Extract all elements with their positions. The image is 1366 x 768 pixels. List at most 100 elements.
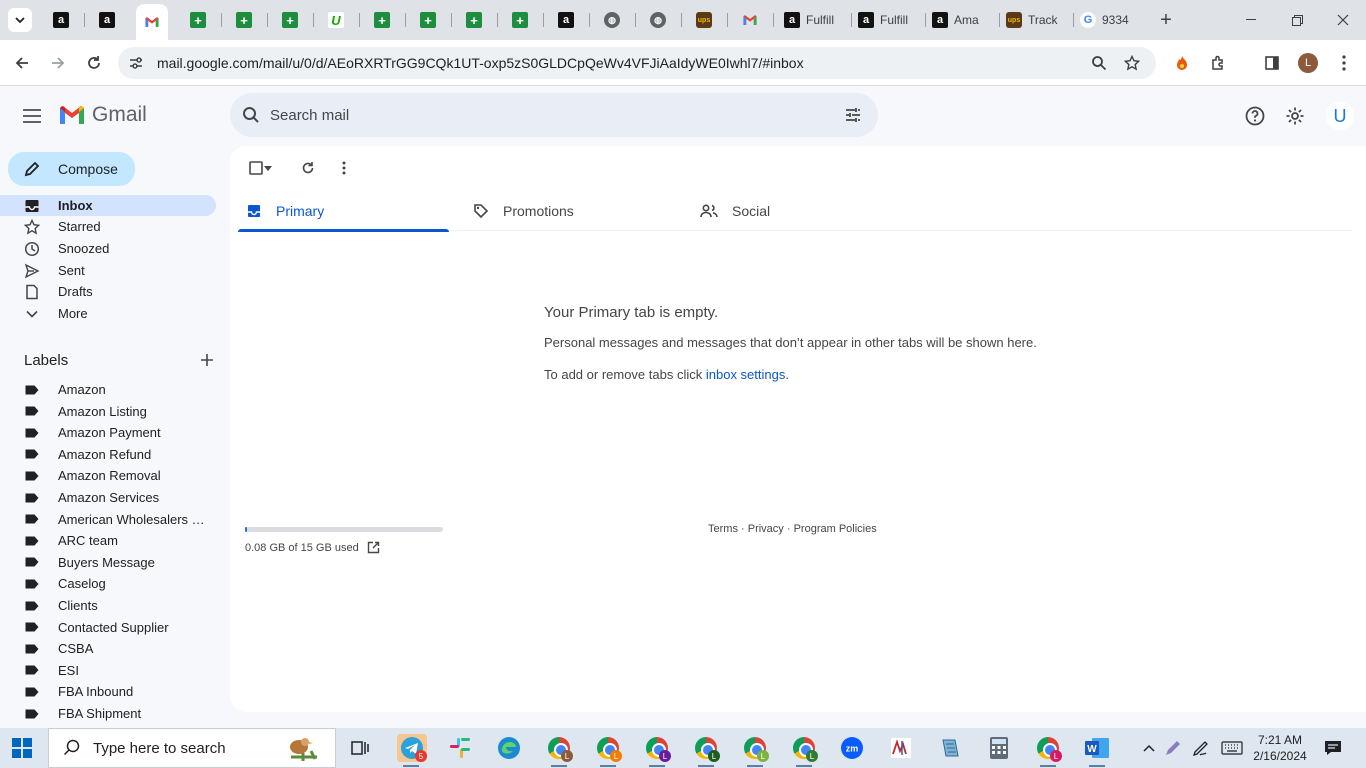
sidebar-item-drafts[interactable]: Drafts xyxy=(0,281,216,302)
minimize-button[interactable] xyxy=(1240,9,1262,31)
forward-button[interactable] xyxy=(46,51,70,75)
browser-tab[interactable]: ◍ xyxy=(597,8,627,32)
back-button[interactable] xyxy=(10,51,34,75)
label-item[interactable]: Buyers Message xyxy=(0,552,216,573)
more-actions-button[interactable] xyxy=(332,156,356,180)
slack-app[interactable] xyxy=(446,734,474,762)
system-clock[interactable]: 7:21 AM 2/16/2024 xyxy=(1244,732,1316,764)
browser-tab[interactable]: + xyxy=(413,8,443,32)
chrome-app-6[interactable]: L xyxy=(790,734,818,767)
sidebar-item-sent[interactable]: Sent xyxy=(0,260,216,281)
new-tab-button[interactable]: + xyxy=(1155,9,1177,31)
browser-tab[interactable]: a Fulfill xyxy=(777,8,843,32)
search-options-icon[interactable] xyxy=(844,106,862,124)
browser-tab[interactable]: G 9334 xyxy=(1073,8,1139,32)
edge-app[interactable] xyxy=(495,734,523,762)
search-bar[interactable] xyxy=(230,93,878,137)
address-bar[interactable]: mail.google.com/mail/u/0/d/AEoRXRTrGG9CQ… xyxy=(118,47,1156,79)
sidebar-item-inbox[interactable]: Inbox xyxy=(0,195,216,216)
restore-button[interactable] xyxy=(1286,9,1308,31)
tab-search-button[interactable] xyxy=(8,8,32,32)
browser-tab[interactable]: a xyxy=(92,8,122,32)
label-item[interactable]: ESI xyxy=(0,660,216,681)
label-item[interactable]: Contacted Supplier xyxy=(0,617,216,638)
word-app[interactable]: W xyxy=(1083,734,1111,767)
bookmark-star-icon[interactable] xyxy=(1124,55,1140,71)
browser-tab[interactable]: + xyxy=(183,8,213,32)
add-label-icon[interactable] xyxy=(200,353,214,367)
tab-social[interactable]: Social xyxy=(692,190,903,231)
zoom-app[interactable]: zm xyxy=(838,734,866,762)
telegram-app[interactable]: 5 xyxy=(397,734,427,767)
program-policies-link[interactable]: Program Policies xyxy=(794,523,877,535)
sidebar-item-starred[interactable]: Starred xyxy=(0,216,216,237)
label-item[interactable]: FBA Inbound xyxy=(0,681,216,702)
chrome-app-2[interactable]: L xyxy=(594,734,622,767)
terms-link[interactable]: Terms xyxy=(708,523,738,535)
extension-button[interactable] xyxy=(1170,51,1194,75)
support-button[interactable] xyxy=(1243,104,1267,128)
compose-button[interactable]: Compose xyxy=(8,152,135,186)
notifications-button[interactable] xyxy=(1322,736,1344,760)
search-icon[interactable] xyxy=(242,106,260,124)
main-menu-button[interactable] xyxy=(20,104,44,128)
chrome-app-7[interactable]: L xyxy=(1034,734,1062,767)
label-item[interactable]: Amazon Listing xyxy=(0,401,216,422)
label-item[interactable]: ARC team xyxy=(0,530,216,551)
calculator-app[interactable] xyxy=(985,734,1013,762)
chrome-app-4[interactable]: L xyxy=(692,734,720,767)
close-window-button[interactable] xyxy=(1332,9,1354,31)
tab-primary[interactable]: Primary xyxy=(238,190,449,232)
url-text[interactable]: mail.google.com/mail/u/0/d/AEoRXRTrGG9CQ… xyxy=(157,55,804,71)
taskbar-search[interactable]: Type here to search xyxy=(48,728,336,768)
browser-tab[interactable]: a Ama xyxy=(925,8,991,32)
settings-button[interactable] xyxy=(1283,104,1307,128)
browser-tab[interactable]: + xyxy=(505,8,535,32)
chrome-app-5[interactable]: L xyxy=(741,734,769,767)
pen-menu-button[interactable] xyxy=(1162,736,1184,760)
reload-button[interactable] xyxy=(82,51,106,75)
site-settings-icon[interactable] xyxy=(128,55,144,71)
label-item[interactable]: Clients xyxy=(0,595,216,616)
refresh-button[interactable] xyxy=(296,156,320,180)
browser-tab[interactable]: + xyxy=(367,8,397,32)
browser-tab[interactable] xyxy=(735,8,765,32)
gmail-logo[interactable]: Gmail xyxy=(58,103,147,127)
chrome-app-1[interactable]: L xyxy=(545,734,573,767)
profile-button[interactable]: L xyxy=(1296,51,1320,75)
google-account-button[interactable]: U xyxy=(1326,102,1354,130)
label-item[interactable]: Amazon xyxy=(0,379,216,400)
label-item[interactable]: Caselog xyxy=(0,573,216,594)
sidebar-item-more[interactable]: More xyxy=(0,303,216,324)
start-button[interactable] xyxy=(12,738,32,758)
browser-tab[interactable]: + xyxy=(275,8,305,32)
browser-tab[interactable]: ups Track xyxy=(999,8,1065,32)
label-item[interactable]: Amazon Payment xyxy=(0,422,216,443)
sidebar-item-snoozed[interactable]: Snoozed xyxy=(0,238,216,259)
zoom-icon[interactable] xyxy=(1091,55,1107,71)
browser-tab[interactable]: + xyxy=(229,8,259,32)
browser-tab[interactable]: ups xyxy=(689,8,719,32)
chrome-app-3[interactable]: L xyxy=(643,734,671,767)
browser-tab[interactable]: ◍ xyxy=(643,8,673,32)
stock-chart-app[interactable] xyxy=(887,734,915,762)
browser-tab[interactable] xyxy=(136,4,168,40)
browser-tab[interactable]: a Fulfill xyxy=(851,8,917,32)
browser-tab[interactable]: + xyxy=(459,8,489,32)
select-dropdown[interactable] xyxy=(262,156,274,180)
tab-promotions[interactable]: Promotions xyxy=(465,190,676,231)
label-item[interactable]: Amazon Removal xyxy=(0,465,216,486)
show-hidden-icons-button[interactable] xyxy=(1138,736,1160,760)
browser-menu-button[interactable] xyxy=(1332,51,1356,75)
browser-tab[interactable]: a xyxy=(46,8,76,32)
ink-workspace-button[interactable] xyxy=(1190,736,1212,760)
side-panel-button[interactable] xyxy=(1260,51,1284,75)
inbox-settings-link[interactable]: inbox settings xyxy=(706,367,786,382)
open-external-icon[interactable] xyxy=(367,541,380,554)
label-item[interactable]: CSBA xyxy=(0,638,216,659)
label-item[interactable]: Amazon Refund xyxy=(0,444,216,465)
task-view-button[interactable] xyxy=(346,734,374,762)
label-item[interactable]: American Wholesalers L... xyxy=(0,509,216,530)
privacy-link[interactable]: Privacy xyxy=(748,523,784,535)
search-input[interactable] xyxy=(270,104,830,126)
